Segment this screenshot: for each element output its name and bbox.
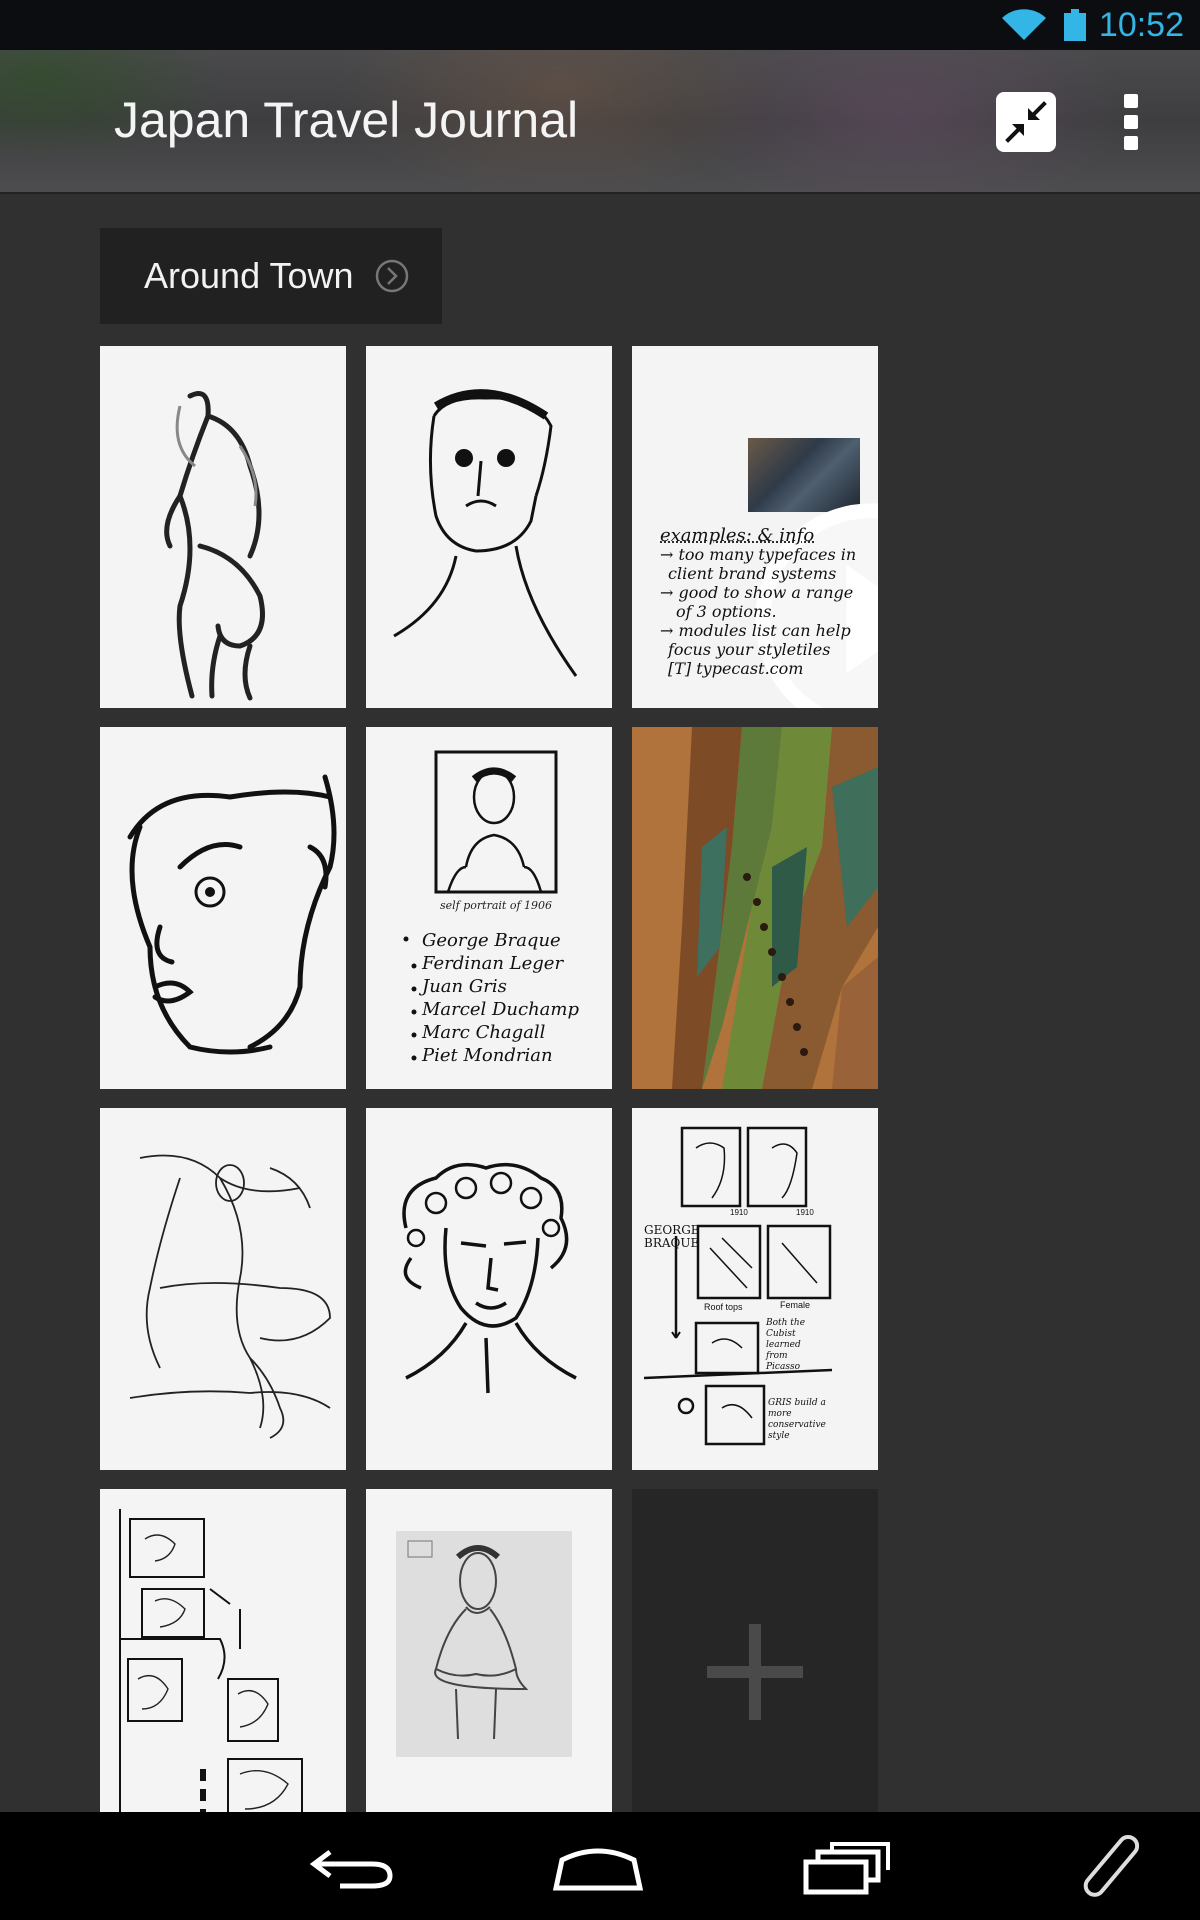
study-caption: Both the Cubist learned from Picasso xyxy=(766,1318,806,1372)
study-side-label: GEORGE BRAQUE xyxy=(644,1223,700,1250)
page-thumbnail-standing-figure[interactable] xyxy=(366,1489,612,1812)
page-thumbnail-collage[interactable] xyxy=(100,1489,346,1812)
study-caption: Roof tops xyxy=(704,1302,743,1312)
page-thumbnail-study-panels[interactable]: GEORGE BRAQUE 1910 1910 Roof tops Female… xyxy=(632,1108,878,1470)
standing-figure-artwork xyxy=(396,1531,572,1757)
add-page-button[interactable] xyxy=(632,1489,878,1812)
study-caption: 1910 xyxy=(730,1208,748,1217)
artist-name: Ferdinan Leger xyxy=(422,953,564,974)
stylus-icon[interactable] xyxy=(1080,1834,1140,1898)
section-button[interactable]: Around Town xyxy=(100,228,442,324)
page-thumbnail-list[interactable]: self portrait of 1906 George Braque Ferd… xyxy=(366,727,612,1089)
face-sketch-drawing xyxy=(127,774,337,1055)
abstract-painting-image xyxy=(632,727,878,1089)
page-thumbnail-figure-sketch[interactable] xyxy=(100,346,346,708)
notes-line: client brand systems xyxy=(668,564,837,583)
artist-name: Marcel Duchamp xyxy=(422,999,579,1020)
plus-icon xyxy=(707,1624,803,1720)
study-caption: Female xyxy=(780,1300,811,1310)
page-thumbnail-portrait-sketch[interactable] xyxy=(366,346,612,708)
portrait-sketch-drawing xyxy=(393,389,578,677)
navigation-bar xyxy=(0,1812,1200,1920)
notes-line: focus your styletiles xyxy=(668,640,831,659)
curly-hair-portrait-sketch xyxy=(402,1162,577,1394)
recents-icon[interactable] xyxy=(802,1834,892,1898)
list-caption: self portrait of 1906 xyxy=(440,899,553,912)
page-thumbnail-reclining-sketch[interactable] xyxy=(100,1108,346,1470)
figure-sketch-drawing xyxy=(164,391,265,701)
page-grid: Around Town examples: & info → too many … xyxy=(0,0,1200,1812)
section-label: Around Town xyxy=(144,255,354,296)
artist-name: George Braque xyxy=(422,930,561,951)
home-icon[interactable] xyxy=(552,1834,644,1898)
page-thumbnail-face-sketch[interactable] xyxy=(100,727,346,1089)
page-thumbnail-notes[interactable]: examples: & info → too many typefaces in… xyxy=(632,346,878,708)
study-caption: 1910 xyxy=(796,1208,814,1217)
notes-line: → good to show a range xyxy=(660,583,854,602)
page-thumbnail-curly-hair-portrait[interactable] xyxy=(366,1108,612,1470)
video-thumbnail[interactable] xyxy=(748,438,878,708)
study-caption: GRIS build a more conservative style xyxy=(768,1398,826,1441)
notes-heading: examples: & info xyxy=(660,525,815,546)
artist-name: Juan Gris xyxy=(422,976,507,997)
page-thumbnail-painting[interactable] xyxy=(632,727,878,1089)
notes-line: of 3 options. xyxy=(676,602,777,621)
back-icon[interactable] xyxy=(310,1834,394,1898)
artist-list: George Braque Ferdinan Leger Juan Gris M… xyxy=(422,929,579,1067)
collage-sketch xyxy=(119,1509,303,1812)
reclining-figure-sketch xyxy=(129,1154,331,1439)
notes-line: → modules list can help xyxy=(660,621,851,640)
artist-name: Piet Mondrian xyxy=(422,1045,553,1066)
handwritten-notes: examples: & info → too many typefaces in… xyxy=(660,526,870,678)
chevron-right-circle-icon xyxy=(375,259,409,293)
artist-name: Marc Chagall xyxy=(422,1022,546,1043)
notes-line: → too many typefaces in xyxy=(660,545,857,564)
notes-line: [T] typecast.com xyxy=(668,659,804,678)
